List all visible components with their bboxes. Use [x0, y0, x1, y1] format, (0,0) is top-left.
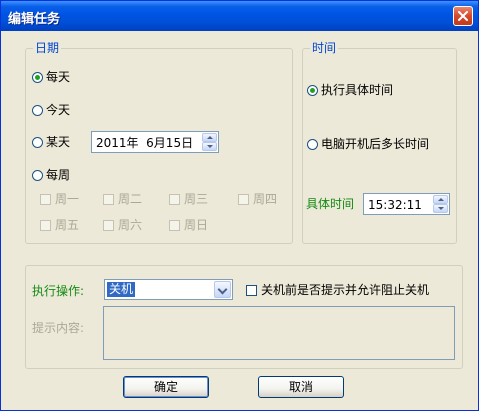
date-value: 2011年 6月15日	[96, 136, 194, 150]
date-spin-down-button[interactable]	[202, 142, 217, 151]
weekday-wednesday: 周三	[169, 191, 208, 207]
weekday-tuesday-checkbox	[103, 193, 114, 205]
time-value: 15:32:11	[368, 198, 422, 212]
edit-task-dialog: 编辑任务 日期 每天 今天 某天 2011年 6月15日 每周 周一 周二 周三…	[0, 0, 479, 411]
time-spin-down-button[interactable]	[433, 204, 448, 213]
radio-today-label: 今天	[46, 103, 71, 117]
weekday-sunday-label: 周日	[184, 218, 209, 232]
radio-specific-time[interactable]: 执行具体时间	[307, 82, 393, 98]
specific-time-label: 具体时间	[306, 197, 355, 211]
radio-weekly[interactable]: 每周	[32, 167, 70, 183]
radio-button-after-boot[interactable]	[307, 138, 318, 150]
weekday-thursday-checkbox	[238, 193, 249, 205]
time-picker[interactable]: 15:32:11	[363, 193, 450, 215]
weekday-tuesday: 周二	[103, 191, 142, 207]
prompt-content-field	[103, 306, 455, 360]
close-button[interactable]	[453, 6, 473, 26]
ok-button[interactable]: 确定	[123, 376, 209, 398]
prompt-before-shutdown-checkbox[interactable]	[246, 284, 257, 296]
weekday-friday-label: 周五	[55, 218, 80, 232]
prompt-content-label: 提示内容:	[32, 321, 85, 335]
time-spin-up-button[interactable]	[433, 195, 448, 204]
radio-button-daily[interactable]	[32, 71, 43, 83]
radio-button-weekly[interactable]	[32, 169, 43, 181]
weekday-sunday-checkbox	[169, 219, 180, 231]
weekday-monday-label: 周一	[55, 192, 80, 206]
radio-weekly-label: 每周	[46, 168, 71, 182]
weekday-sunday: 周日	[169, 217, 208, 233]
radio-after-boot-label: 电脑开机后多长时间	[321, 137, 430, 151]
title-bar[interactable]: 编辑任务	[1, 1, 478, 31]
weekday-wednesday-label: 周三	[184, 192, 209, 206]
radio-after-boot[interactable]: 电脑开机后多长时间	[307, 136, 429, 152]
radio-button-someday[interactable]	[32, 136, 43, 148]
radio-today[interactable]: 今天	[32, 102, 70, 118]
cancel-button[interactable]: 取消	[258, 376, 344, 398]
weekday-friday-checkbox	[40, 219, 51, 231]
weekday-thursday: 周四	[238, 191, 277, 207]
weekday-wednesday-checkbox	[169, 193, 180, 205]
radio-button-today[interactable]	[32, 104, 43, 116]
radio-button-specific-time[interactable]	[307, 84, 318, 96]
radio-someday-label: 某天	[46, 135, 71, 149]
radio-someday[interactable]: 某天	[32, 134, 70, 150]
weekday-thursday-label: 周四	[253, 192, 278, 206]
prompt-before-shutdown[interactable]: 关机前是否提示并允许阻止关机	[246, 282, 429, 298]
action-select[interactable]: 关机	[104, 279, 233, 300]
date-picker[interactable]: 2011年 6月15日	[91, 131, 219, 153]
radio-daily-label: 每天	[46, 70, 71, 84]
weekday-saturday: 周六	[103, 217, 142, 233]
time-spin-buttons	[433, 195, 448, 213]
date-group-legend: 日期	[33, 41, 62, 55]
weekday-monday-checkbox	[40, 193, 51, 205]
prompt-before-shutdown-label: 关机前是否提示并允许阻止关机	[261, 283, 430, 297]
time-group-legend: 时间	[310, 41, 339, 55]
chevron-down-icon[interactable]	[214, 281, 231, 298]
weekday-monday: 周一	[40, 191, 79, 207]
action-select-value: 关机	[107, 282, 136, 297]
radio-daily[interactable]: 每天	[32, 69, 70, 85]
weekday-tuesday-label: 周二	[118, 192, 143, 206]
action-label: 执行操作:	[32, 284, 85, 298]
date-spin-up-button[interactable]	[202, 133, 217, 142]
radio-specific-time-label: 执行具体时间	[321, 83, 394, 97]
date-spin-buttons	[202, 133, 217, 151]
window-title: 编辑任务	[8, 12, 61, 27]
weekday-friday: 周五	[40, 217, 79, 233]
weekday-saturday-label: 周六	[118, 218, 143, 232]
close-icon	[458, 11, 468, 21]
weekday-saturday-checkbox	[103, 219, 114, 231]
